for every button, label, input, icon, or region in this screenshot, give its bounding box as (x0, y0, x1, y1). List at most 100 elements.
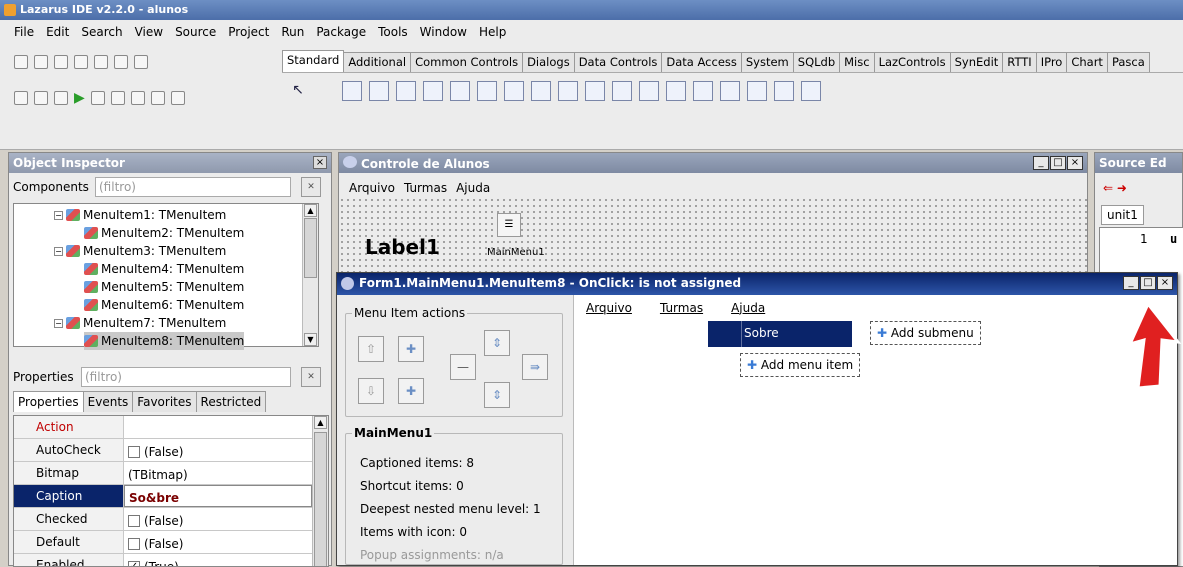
stop-icon[interactable] (111, 91, 125, 105)
checkbox-icon[interactable] (128, 446, 140, 458)
menu-help[interactable]: Help (473, 25, 512, 44)
menu-search[interactable]: Search (75, 25, 128, 44)
property-value[interactable] (124, 416, 312, 438)
checkbox-icon[interactable] (128, 538, 140, 550)
tree-node[interactable]: MenuItem2: TMenuItem (84, 224, 244, 242)
add-submenu-button[interactable]: ✚ Add submenu (870, 321, 981, 345)
property-value[interactable]: (False) (124, 508, 312, 530)
actionlist-component-icon[interactable] (801, 81, 821, 101)
popup-component-icon[interactable] (369, 81, 389, 101)
tab-chart[interactable]: Chart (1066, 52, 1108, 72)
menu-package[interactable]: Package (310, 25, 372, 44)
scroll-thumb[interactable] (314, 432, 327, 567)
checkbox-icon[interactable]: ✓ (128, 561, 140, 567)
view-units-icon[interactable] (134, 55, 148, 69)
options-icon[interactable] (54, 91, 68, 105)
scroll-down-icon[interactable]: ▼ (304, 333, 317, 346)
radiogroup-component-icon[interactable] (693, 81, 713, 101)
delete-item-icon[interactable]: — (450, 354, 476, 380)
property-value[interactable]: (False) (124, 439, 312, 461)
step-into-icon[interactable] (131, 91, 145, 105)
checkbox-component-icon[interactable] (531, 81, 551, 101)
grid-scrollbar[interactable]: ▲ (312, 416, 328, 566)
memo-component-icon[interactable] (477, 81, 497, 101)
close-icon[interactable]: × (1067, 156, 1083, 170)
tab-lazcontrols[interactable]: LazControls (874, 52, 951, 72)
save-all-icon[interactable] (94, 55, 108, 69)
tab-restricted[interactable]: Restricted (196, 391, 267, 412)
property-row[interactable]: Checked(False) (14, 508, 312, 531)
tree-node[interactable]: MenuItem4: TMenuItem (84, 260, 244, 278)
tab-misc[interactable]: Misc (839, 52, 874, 72)
property-row[interactable]: Enabled✓(True) (14, 554, 312, 567)
menu-editor-item-arquivo[interactable]: Arquivo (586, 301, 632, 315)
minimize-icon[interactable]: _ (1123, 276, 1139, 290)
scroll-up-icon[interactable]: ▲ (314, 416, 327, 429)
tab-pasca[interactable]: Pasca (1107, 52, 1150, 72)
frame-component-icon[interactable] (774, 81, 794, 101)
tab-ipro[interactable]: IPro (1036, 52, 1068, 72)
collapse-icon[interactable]: − (54, 211, 63, 220)
tree-node[interactable]: −MenuItem7: TMenuItem (54, 314, 226, 332)
radio-component-icon[interactable] (558, 81, 578, 101)
property-row[interactable]: AutoCheck(False) (14, 439, 312, 462)
label-component-icon[interactable] (423, 81, 443, 101)
property-value[interactable]: (TBitmap) (124, 462, 312, 484)
save-icon[interactable] (74, 55, 88, 69)
view-form-icon[interactable] (14, 91, 28, 105)
tab-properties[interactable]: Properties (13, 391, 84, 412)
tab-favorites[interactable]: Favorites (132, 391, 196, 412)
tab-additional[interactable]: Additional (343, 52, 411, 72)
scroll-up-icon[interactable]: ▲ (304, 204, 317, 217)
property-value[interactable]: So&bre (124, 485, 312, 507)
move-down-icon[interactable]: ⇩ (358, 378, 384, 404)
add-submenu-up-icon[interactable]: ⇕ (484, 330, 510, 356)
menu-view[interactable]: View (129, 25, 169, 44)
menu-project[interactable]: Project (222, 25, 275, 44)
property-row[interactable]: Default(False) (14, 531, 312, 554)
menu-edit[interactable]: Edit (40, 25, 75, 44)
maximize-icon[interactable]: □ (1140, 276, 1156, 290)
combobox-component-icon[interactable] (612, 81, 632, 101)
tree-scrollbar[interactable]: ▲▼ (302, 204, 318, 346)
tree-node[interactable]: MenuItem5: TMenuItem (84, 278, 244, 296)
close-icon[interactable]: × (313, 156, 327, 169)
clear-prop-filter-icon[interactable]: ✕ (301, 367, 321, 387)
property-row[interactable]: CaptionSo&bre (14, 485, 312, 508)
open-icon[interactable] (54, 55, 68, 69)
step-over-icon[interactable] (151, 91, 165, 105)
tab-sqldb[interactable]: SQLdb (793, 52, 840, 72)
add-submenu-right-icon[interactable]: ⇛ (522, 354, 548, 380)
menu-component-icon[interactable] (342, 81, 362, 101)
tree-node[interactable]: MenuItem6: TMenuItem (84, 296, 244, 314)
add-submenu-down-icon[interactable]: ⇕ (484, 382, 510, 408)
tree-node[interactable]: −MenuItem3: TMenuItem (54, 242, 226, 260)
menu-editor-item-ajuda[interactable]: Ajuda (731, 301, 765, 315)
minimize-icon[interactable]: _ (1033, 156, 1049, 170)
clear-filter-icon[interactable]: ✕ (301, 177, 321, 197)
close-icon[interactable]: × (1157, 276, 1173, 290)
menu-tools[interactable]: Tools (372, 25, 414, 44)
tab-unit1[interactable]: unit1 (1101, 205, 1144, 225)
groupbox-component-icon[interactable] (666, 81, 686, 101)
run-icon[interactable]: ▶ (74, 90, 85, 106)
checkbox-icon[interactable] (128, 515, 140, 527)
tab-data-access[interactable]: Data Access (661, 52, 741, 72)
property-row[interactable]: Bitmap(TBitmap) (14, 462, 312, 485)
property-row[interactable]: Action (14, 416, 312, 439)
form-menu-ajuda[interactable]: Ajuda (456, 181, 490, 195)
edit-component-icon[interactable] (450, 81, 470, 101)
collapse-icon[interactable]: − (54, 319, 63, 328)
toggle-form-icon[interactable] (114, 55, 128, 69)
mainmenu-icon[interactable]: ☰ (497, 213, 521, 237)
step-out-icon[interactable] (171, 91, 185, 105)
properties-filter-input[interactable]: (filtro) (81, 367, 291, 387)
view-units-icon-2[interactable] (34, 91, 48, 105)
label1[interactable]: Label1 (365, 235, 440, 259)
collapse-icon[interactable]: − (54, 247, 63, 256)
tree-node[interactable]: −MenuItem1: TMenuItem (54, 206, 226, 224)
add-below-icon[interactable]: ✚ (398, 378, 424, 404)
move-up-icon[interactable]: ⇧ (358, 336, 384, 362)
toggle-component-icon[interactable] (504, 81, 524, 101)
tab-data-controls[interactable]: Data Controls (574, 52, 663, 72)
